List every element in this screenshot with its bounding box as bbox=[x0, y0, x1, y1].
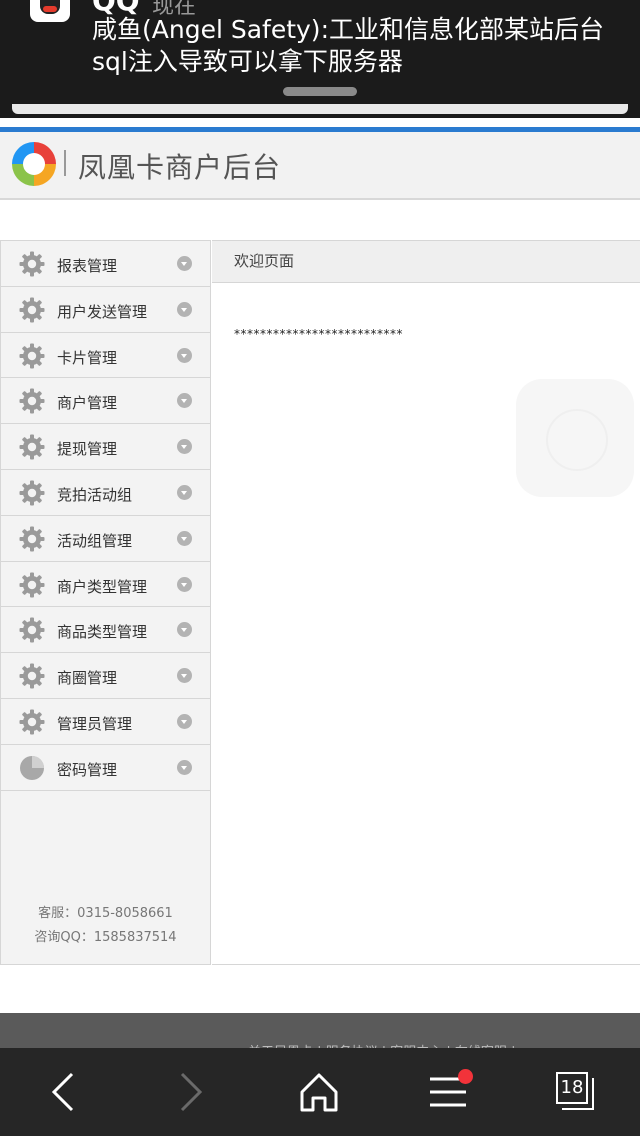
notification-banner[interactable]: QQ 现在 咸鱼(Angel Safety):工业和信息化部某站后台sql注入导… bbox=[0, 0, 640, 118]
sidebar-item-3[interactable]: 卡片管理 bbox=[1, 332, 210, 379]
notification-sheet-edge bbox=[12, 104, 628, 114]
sidebar-item-1[interactable]: 报表管理 bbox=[1, 241, 210, 287]
sidebar-item-8[interactable]: 商户类型管理 bbox=[1, 561, 210, 608]
sidebar-item-label: 商圈管理 bbox=[57, 669, 118, 688]
sidebar-item-11[interactable]: 管理员管理 bbox=[1, 698, 210, 745]
gear-icon bbox=[19, 663, 45, 689]
chevron-down-icon[interactable] bbox=[177, 393, 192, 409]
gear-icon bbox=[19, 251, 45, 277]
chevron-down-icon[interactable] bbox=[177, 530, 192, 546]
sidebar-item-label: 管理员管理 bbox=[57, 714, 133, 733]
site-header: 凤凰卡商户后台 bbox=[0, 132, 640, 200]
home-button[interactable] bbox=[274, 1048, 364, 1136]
tabs-button[interactable]: 18 bbox=[556, 1072, 594, 1110]
welcome-text: ************************** bbox=[234, 327, 403, 341]
sidebar-item-label: 商户管理 bbox=[57, 394, 118, 413]
sidebar-item-label: 密码管理 bbox=[57, 760, 118, 779]
gear-icon bbox=[19, 709, 45, 735]
floating-assist-button[interactable] bbox=[516, 379, 634, 497]
main-panel: 欢迎页面 ************************** bbox=[212, 240, 640, 965]
menu-button[interactable] bbox=[402, 1048, 492, 1136]
chevron-down-icon[interactable] bbox=[177, 668, 192, 684]
gear-icon bbox=[19, 297, 45, 323]
chevron-right-icon bbox=[180, 1072, 203, 1112]
site-title: 凤凰卡商户后台 bbox=[78, 151, 282, 184]
forward-button[interactable] bbox=[146, 1048, 236, 1136]
sidebar-item-label: 卡片管理 bbox=[57, 348, 118, 367]
sidebar-item-7[interactable]: 活动组管理 bbox=[1, 515, 210, 562]
gear-icon bbox=[19, 526, 45, 552]
chevron-down-icon[interactable] bbox=[177, 256, 192, 271]
home-icon bbox=[300, 1073, 338, 1112]
sidebar-item-10[interactable]: 商圈管理 bbox=[1, 653, 210, 699]
gear-icon bbox=[19, 572, 45, 598]
chevron-down-icon[interactable] bbox=[177, 576, 192, 592]
sidebar-menu: 报表管理用户发送管理 卡片管理商户管理提现管理竞拍活动组活动组管理商户类型管理 商品… bbox=[0, 240, 211, 965]
drag-handle[interactable] bbox=[283, 87, 357, 96]
gear-icon bbox=[19, 480, 45, 506]
sidebar-item-5[interactable]: 提现管理 bbox=[1, 424, 210, 470]
chevron-left-icon bbox=[51, 1072, 74, 1112]
sidebar-item-12[interactable]: 密码管理 bbox=[1, 744, 210, 791]
back-button[interactable] bbox=[20, 1048, 110, 1136]
pie-icon bbox=[19, 755, 45, 781]
sidebar-item-9[interactable]: 商品类型管理 bbox=[1, 607, 210, 654]
sidebar-item-label: 报表管理 bbox=[57, 257, 118, 275]
notification-message: 咸鱼(Angel Safety):工业和信息化部某站后台sql注入导致可以拿下服… bbox=[92, 15, 604, 76]
sidebar-item-4[interactable]: 商户管理 bbox=[1, 378, 210, 425]
site-footer: 关于凤凰卡 | 服务协议 | 客服中心 | 在线客服 | bbox=[0, 1013, 640, 1060]
sidebar-item-label: 用户发送管理 bbox=[57, 302, 148, 321]
sidebar-item-label: 活动组管理 bbox=[57, 531, 133, 550]
chevron-down-icon[interactable] bbox=[177, 301, 192, 317]
chevron-down-icon[interactable] bbox=[177, 439, 192, 455]
contact-info: 客服：0315-8058661 咨询QQ：1585837514 bbox=[1, 902, 210, 950]
service-qq: 咨询QQ：1585837514 bbox=[34, 930, 177, 945]
gear-icon bbox=[19, 434, 45, 460]
chevron-down-icon[interactable] bbox=[177, 484, 192, 500]
service-phone: 客服：0315-8058661 bbox=[38, 906, 173, 921]
chevron-down-icon[interactable] bbox=[177, 759, 192, 775]
sidebar-item-2[interactable]: 用户发送管理 bbox=[1, 286, 210, 333]
tab-welcome[interactable]: 欢迎页面 bbox=[212, 241, 640, 283]
sidebar-item-label: 商品类型管理 bbox=[57, 623, 148, 642]
menu-icon bbox=[430, 1077, 466, 1107]
browser-toolbar bbox=[0, 1048, 640, 1136]
chevron-down-icon[interactable] bbox=[177, 347, 192, 363]
chevron-down-icon[interactable] bbox=[177, 622, 192, 638]
sidebar-item-label: 竞拍活动组 bbox=[57, 485, 133, 504]
chevron-down-icon[interactable] bbox=[177, 713, 192, 729]
sidebar-item-label: 提现管理 bbox=[57, 440, 118, 459]
gear-icon bbox=[19, 343, 45, 369]
sidebar-item-6[interactable]: 竞拍活动组 bbox=[1, 469, 210, 516]
gear-icon bbox=[19, 617, 45, 643]
gear-icon bbox=[19, 388, 45, 414]
qq-app-icon bbox=[30, 0, 70, 22]
notification-dot-icon bbox=[458, 1069, 473, 1084]
phoenix-logo-icon bbox=[12, 142, 56, 186]
sidebar-item-label: 商户类型管理 bbox=[57, 577, 148, 596]
logo-separator bbox=[64, 150, 66, 176]
